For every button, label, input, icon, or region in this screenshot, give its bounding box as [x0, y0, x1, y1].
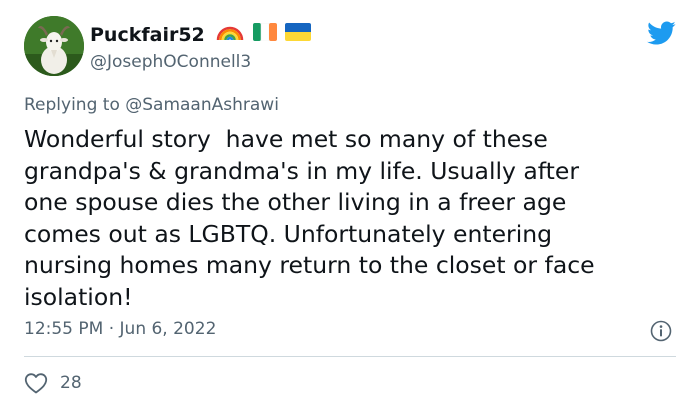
rainbow-icon: [215, 22, 245, 47]
like-count: 28: [60, 373, 82, 393]
goat-avatar-image: [24, 16, 84, 76]
display-name[interactable]: Puckfair52: [90, 24, 205, 46]
tweet-card: Puckfair52 @JosephOConnell3 Replying to …: [0, 0, 700, 410]
reply-prefix: Replying to: [24, 95, 120, 115]
ireland-flag-icon: [252, 22, 277, 46]
like-action[interactable]: 28: [24, 372, 82, 394]
info-icon[interactable]: [650, 320, 672, 342]
display-name-row[interactable]: Puckfair52: [90, 22, 311, 47]
twitter-bird-icon[interactable]: [644, 18, 678, 48]
tweet-text: Wonderful story have met so many of thes…: [24, 125, 595, 311]
user-handle[interactable]: @JosephOConnell3: [90, 52, 251, 72]
ukraine-flag-icon: [284, 23, 311, 46]
divider: [24, 356, 676, 357]
avatar[interactable]: [24, 16, 84, 76]
heart-icon[interactable]: [24, 372, 48, 394]
flag-emojis: [215, 22, 311, 47]
reply-context: Replying to @SamaanAshrawi: [24, 95, 279, 115]
reply-mention-link[interactable]: @SamaanAshrawi: [125, 95, 279, 115]
tweet-timestamp[interactable]: 12:55 PM · Jun 6, 2022: [24, 319, 216, 339]
